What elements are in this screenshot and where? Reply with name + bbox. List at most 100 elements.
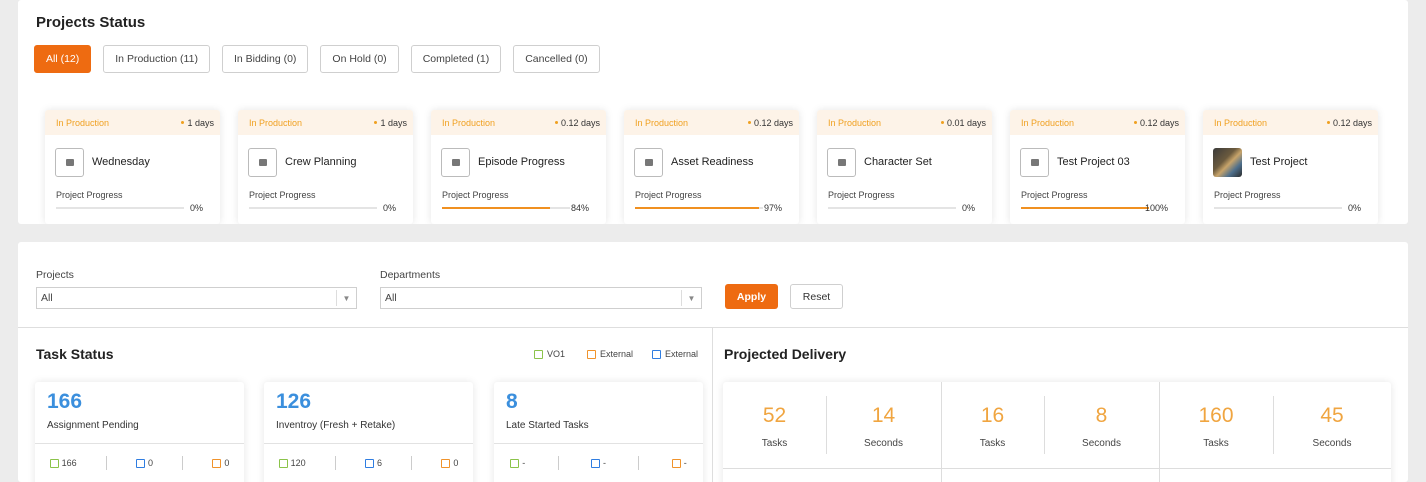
project-days: 0.12 days xyxy=(560,117,600,128)
dashboard-panel: Projects All ▼ Departments All ▼ Apply R… xyxy=(18,242,1408,482)
divider xyxy=(494,443,703,444)
project-card-header: In Production 0.12 days xyxy=(624,110,799,135)
dot-icon xyxy=(747,121,751,124)
task-card[interactable]: 126 Inventroy (Fresh + Retake) 120 6 0 xyxy=(264,382,473,482)
project-name[interactable]: Wednesday xyxy=(92,156,150,168)
folder-icon xyxy=(248,148,277,177)
tab-on-hold[interactable]: On Hold (0) xyxy=(320,45,399,73)
project-card[interactable]: In Production 0.01 days Character Set Pr… xyxy=(817,110,992,224)
progress-track xyxy=(249,207,377,209)
dot-icon xyxy=(181,121,185,124)
progress-track xyxy=(828,207,956,209)
external-link-icon xyxy=(212,458,222,468)
departments-select[interactable]: All ▼ xyxy=(380,287,702,309)
task-count: 8 xyxy=(506,390,518,413)
delivery-cell: 14 Seconds xyxy=(826,382,941,468)
blue-count: - xyxy=(602,458,606,468)
blue-count: 0 xyxy=(148,458,154,468)
projects-select[interactable]: All ▼ xyxy=(36,287,357,309)
delivery-number: 52 xyxy=(762,404,787,427)
green-count: 120 xyxy=(290,458,306,468)
project-progress-label: Project Progress xyxy=(1214,190,1281,200)
progress-track xyxy=(635,207,763,209)
project-card[interactable]: In Production 1 days Wednesday Project P… xyxy=(45,110,220,224)
delivery-cell: 16 Tasks xyxy=(941,382,1044,468)
task-count: 166 xyxy=(47,390,83,413)
external-link-icon xyxy=(441,458,451,468)
legend-label: External xyxy=(665,349,699,359)
divider xyxy=(723,468,1391,469)
project-status: In Production xyxy=(442,117,496,128)
project-card[interactable]: In Production 1 days Crew Planning Proje… xyxy=(238,110,413,224)
projects-filter-label: Projects xyxy=(36,269,74,281)
departments-select-value: All xyxy=(385,292,397,304)
status-filter-tabs: All (12) In Production (11) In Bidding (… xyxy=(34,45,600,73)
project-name[interactable]: Episode Progress xyxy=(478,156,565,168)
project-name[interactable]: Character Set xyxy=(864,156,932,168)
project-progress-label: Project Progress xyxy=(56,190,123,200)
dot-icon xyxy=(1133,121,1137,124)
green-bracket-icon xyxy=(49,458,59,468)
progress-fill xyxy=(442,207,550,209)
project-name[interactable]: Test Project 03 xyxy=(1057,156,1130,168)
project-days: 0.12 days xyxy=(1139,117,1179,128)
tab-completed[interactable]: Completed (1) xyxy=(410,45,502,73)
delivery-label: Seconds xyxy=(1082,438,1121,449)
green-bracket-icon xyxy=(278,458,288,468)
progress-percent: 100% xyxy=(1144,203,1168,213)
tab-cancelled[interactable]: Cancelled (0) xyxy=(513,45,600,73)
delivery-number: 45 xyxy=(1320,404,1344,427)
green-bracket-icon xyxy=(534,349,543,359)
delivery-number: 8 xyxy=(1095,404,1108,427)
project-status: In Production xyxy=(56,117,110,128)
divider xyxy=(35,443,244,444)
project-name[interactable]: Asset Readiness xyxy=(671,156,754,168)
progress-percent: 0% xyxy=(382,203,396,213)
folder-icon xyxy=(1020,148,1049,177)
tab-all[interactable]: All (12) xyxy=(34,45,92,73)
projects-status-title: Projects Status xyxy=(36,14,146,31)
legend-item: External xyxy=(587,349,633,359)
delivery-label: Seconds xyxy=(864,438,903,449)
green-bracket-icon xyxy=(510,458,520,468)
project-progress-label: Project Progress xyxy=(1021,190,1088,200)
tab-in-production[interactable]: In Production (11) xyxy=(103,45,210,73)
orange-count: 0 xyxy=(224,458,230,468)
dot-icon xyxy=(1326,121,1330,124)
delivery-label: Tasks xyxy=(1203,438,1229,449)
delivery-cell: 45 Seconds xyxy=(1273,382,1391,468)
task-card[interactable]: 8 Late Started Tasks - - - xyxy=(494,382,703,482)
task-card-label: Inventroy (Fresh + Retake) xyxy=(276,420,396,431)
progress-percent: 0% xyxy=(189,203,203,213)
delivery-label: Tasks xyxy=(979,438,1006,449)
project-card-header: In Production 0.12 days xyxy=(1203,110,1378,135)
chevron-down-icon[interactable]: ▼ xyxy=(681,290,701,306)
task-card[interactable]: 166 Assignment Pending 166 0 0 xyxy=(35,382,244,482)
project-status: In Production xyxy=(1021,117,1075,128)
progress-track xyxy=(442,207,570,209)
reset-button[interactable]: Reset xyxy=(790,284,843,309)
orange-count: - xyxy=(683,458,687,468)
delivery-number: 160 xyxy=(1198,404,1234,427)
project-card[interactable]: In Production 0.12 days Episode Progress… xyxy=(431,110,606,224)
legend-item: External xyxy=(652,349,698,359)
project-cards: In Production 1 days Wednesday Project P… xyxy=(45,110,1395,224)
project-card[interactable]: In Production 0.12 days Asset Readiness … xyxy=(624,110,799,224)
project-card-header: In Production 0.01 days xyxy=(817,110,992,135)
blue-count: 6 xyxy=(377,458,383,468)
project-thumbnail-image xyxy=(1213,148,1242,177)
orange-count: 0 xyxy=(453,458,459,468)
chevron-down-icon[interactable]: ▼ xyxy=(336,290,356,306)
project-card[interactable]: In Production 0.12 days Test Project 03 … xyxy=(1010,110,1185,224)
project-name[interactable]: Crew Planning xyxy=(285,156,357,168)
dot-icon xyxy=(374,121,378,124)
apply-button[interactable]: Apply xyxy=(725,284,778,309)
tab-in-bidding[interactable]: In Bidding (0) xyxy=(221,45,309,73)
check-square-icon xyxy=(590,458,600,468)
check-square-icon xyxy=(365,458,374,468)
delivery-number: 14 xyxy=(871,404,896,427)
project-name[interactable]: Test Project xyxy=(1250,156,1307,168)
check-square-icon xyxy=(136,458,145,468)
task-card-label: Late Started Tasks xyxy=(506,420,589,431)
project-card[interactable]: In Production 0.12 days Test Project Pro… xyxy=(1203,110,1378,224)
